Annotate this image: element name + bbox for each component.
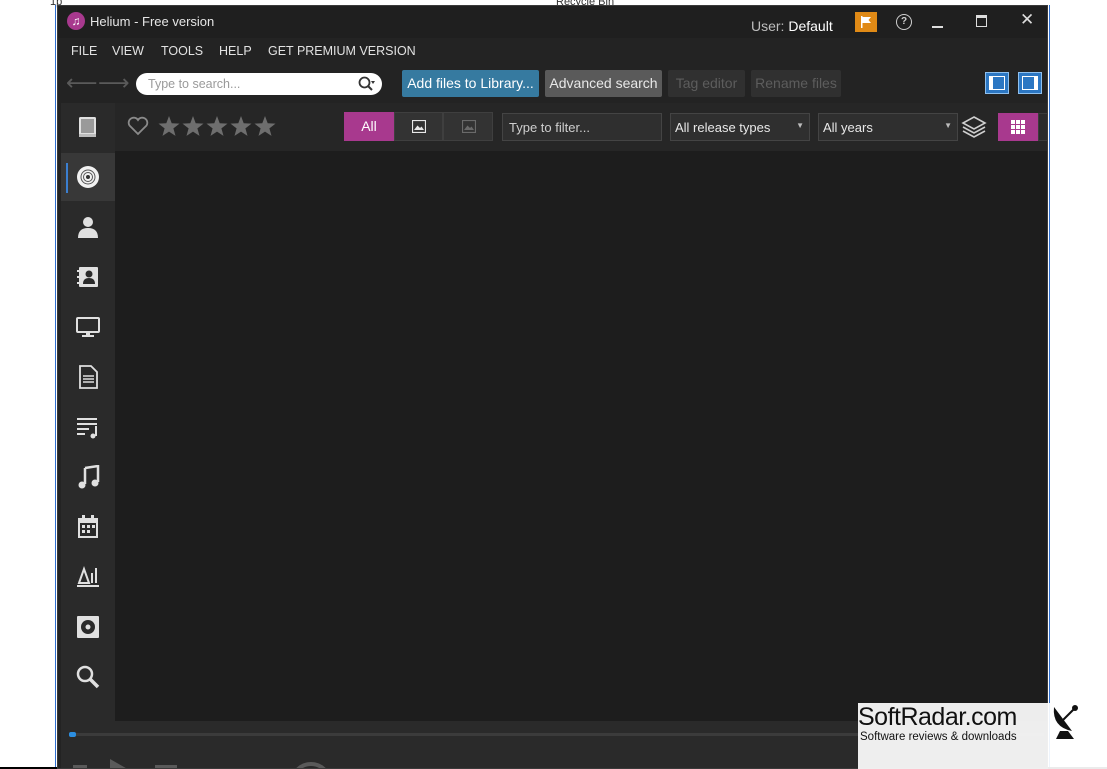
- speaker-icon: [77, 616, 99, 638]
- search-icon[interactable]: [358, 76, 376, 92]
- sidebar-item-albums[interactable]: [61, 153, 115, 201]
- view-large-grid-button[interactable]: [1038, 113, 1047, 141]
- sidebar-item-contacts[interactable]: [61, 253, 115, 301]
- search-icon: [76, 665, 100, 689]
- flag-button[interactable]: [855, 12, 877, 32]
- statistics-icon: [77, 566, 99, 587]
- disc-icon: [77, 166, 99, 188]
- years-value: All years: [823, 120, 873, 135]
- chevron-down-icon: ▼: [944, 121, 952, 130]
- segment-with-cover[interactable]: [394, 112, 443, 141]
- album-content-area[interactable]: [115, 151, 1047, 721]
- advanced-search-button[interactable]: Advanced search: [545, 70, 662, 97]
- grid-small-icon: [1011, 120, 1025, 134]
- star-icon[interactable]: [158, 116, 180, 136]
- heart-icon[interactable]: [127, 116, 149, 136]
- sidebar-item-genres[interactable]: [61, 453, 115, 501]
- sidebar-item-devices[interactable]: [61, 303, 115, 351]
- menu-file[interactable]: FILE: [71, 44, 97, 58]
- close-button[interactable]: ✕: [1020, 10, 1034, 30]
- right-panel-toggle[interactable]: [1018, 72, 1042, 94]
- user-label: User:: [751, 18, 785, 34]
- watermark-tagline: Software reviews & downloads: [860, 731, 1017, 743]
- menu-get-premium[interactable]: GET PREMIUM VERSION: [268, 44, 416, 58]
- star-icon[interactable]: [206, 116, 228, 136]
- softradar-watermark: SoftRadar.com Software reviews & downloa…: [858, 703, 1107, 769]
- view-small-grid-button[interactable]: [998, 113, 1038, 141]
- years-dropdown[interactable]: All years ▼: [818, 113, 958, 141]
- helium-window: ♫ Helium - Free version User: Default ? …: [57, 5, 1048, 769]
- release-types-dropdown[interactable]: All release types ▼: [670, 113, 810, 141]
- sidebar-item-library[interactable]: [61, 103, 115, 151]
- menu-tools[interactable]: TOOLS: [161, 44, 203, 58]
- stars-svg: [158, 116, 276, 136]
- stop-icon: [155, 765, 177, 768]
- music-notes-icon: [78, 465, 100, 489]
- star-icon[interactable]: [182, 116, 204, 136]
- contacts-icon: [77, 267, 98, 287]
- star-icon[interactable]: [230, 116, 252, 136]
- add-files-button[interactable]: Add files to Library...: [402, 70, 539, 97]
- search-input[interactable]: [148, 75, 348, 93]
- person-icon: [78, 217, 98, 238]
- minimize-button[interactable]: [932, 26, 943, 28]
- star-icon[interactable]: [254, 116, 276, 136]
- satellite-dish-icon: [1053, 705, 1078, 739]
- release-types-value: All release types: [675, 120, 771, 135]
- book-icon: [79, 117, 96, 137]
- playback-progress-fill: [69, 732, 76, 737]
- help-icon[interactable]: ?: [896, 14, 912, 30]
- sidebar-item-statistics[interactable]: [61, 553, 115, 601]
- menu-view[interactable]: VIEW: [112, 44, 144, 58]
- tag-editor-button[interactable]: Tag editor: [668, 70, 745, 97]
- desktop-window-edge: [1049, 5, 1050, 769]
- calendar-icon: [78, 515, 98, 538]
- helium-logo-icon: ♫: [67, 12, 85, 30]
- search-box[interactable]: [136, 73, 382, 95]
- scrobble-icon: [296, 762, 326, 768]
- sidebar-item-search[interactable]: [61, 653, 115, 701]
- forward-arrow-icon[interactable]: ⟶: [98, 72, 130, 94]
- window-title: Helium - Free version: [90, 14, 215, 29]
- rating-stars[interactable]: [157, 115, 277, 139]
- flag-icon: [861, 16, 871, 28]
- menu-help[interactable]: HELP: [219, 44, 252, 58]
- document-icon: [79, 365, 98, 389]
- maximize-button[interactable]: [976, 15, 987, 27]
- sidebar: [61, 103, 115, 721]
- segment-all[interactable]: All: [344, 112, 394, 141]
- filter-bar: All All release types ▼ All years ▼: [115, 103, 1047, 151]
- watermark-name: SoftRadar.com: [858, 703, 1017, 731]
- monitor-icon: [76, 317, 100, 337]
- chevron-down-icon: ▼: [796, 121, 804, 130]
- image-off-icon: [462, 120, 476, 133]
- menu-bar: FILE VIEW TOOLS HELP GET PREMIUM VERSION: [58, 44, 1047, 64]
- desktop-window-edge: [55, 5, 56, 769]
- sidebar-item-playlists[interactable]: [61, 403, 115, 451]
- image-icon: [412, 120, 426, 133]
- left-panel-toggle[interactable]: [985, 72, 1009, 94]
- filter-box[interactable]: [502, 113, 662, 141]
- user-indicator[interactable]: User: Default: [751, 18, 833, 34]
- back-arrow-icon[interactable]: ⟵: [66, 72, 98, 94]
- sidebar-item-years[interactable]: [61, 503, 115, 551]
- sidebar-item-now-playing[interactable]: [61, 603, 115, 651]
- play-icon: [110, 759, 126, 768]
- playlist-icon: [77, 418, 97, 439]
- sidebar-item-documents[interactable]: [61, 353, 115, 401]
- layers-icon[interactable]: [961, 115, 987, 139]
- segment-without-cover[interactable]: [443, 112, 493, 141]
- user-name: Default: [788, 18, 833, 34]
- rename-files-button[interactable]: Rename files: [751, 70, 841, 97]
- filter-input[interactable]: [509, 119, 654, 135]
- previous-icon: [73, 765, 87, 768]
- title-bar[interactable]: ♫ Helium - Free version User: Default ? …: [58, 6, 1047, 38]
- sidebar-item-artists[interactable]: [61, 203, 115, 251]
